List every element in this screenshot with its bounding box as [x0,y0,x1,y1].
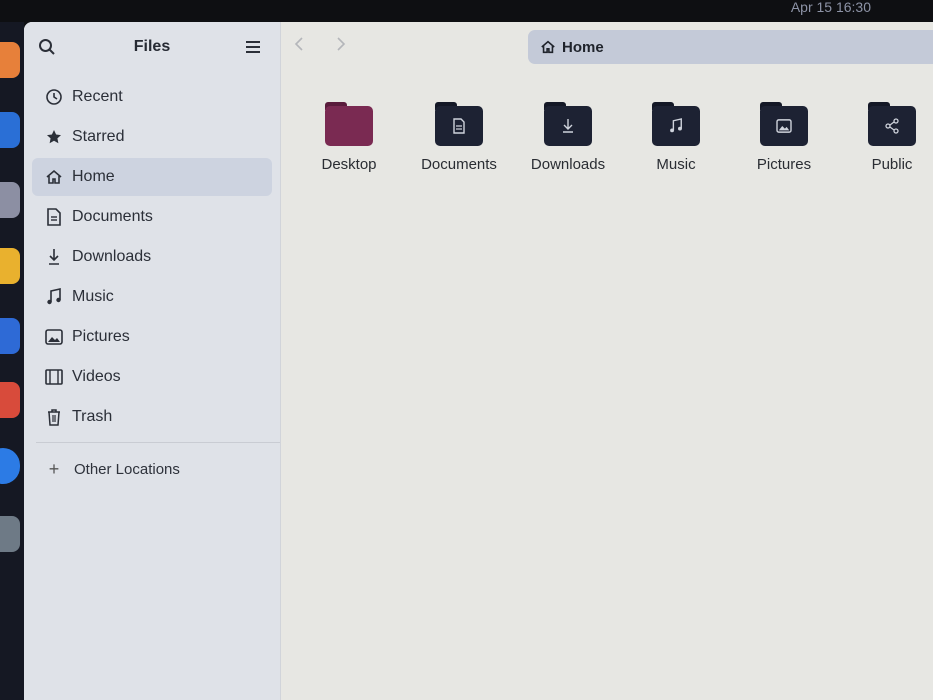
trash-icon [44,407,64,427]
clock-icon [44,87,64,107]
sidebar: Files Recent Starred Home Documents Down… [24,22,281,700]
folder-label: Downloads [530,156,606,173]
folder-label: Desktop [321,156,377,173]
dock-app-writer[interactable] [0,318,20,354]
sidebar-item-label: Pictures [72,328,130,345]
dock-app-files[interactable] [0,182,20,218]
folder-label: Pictures [756,156,812,173]
dock [0,22,24,700]
dock-app-firefox[interactable] [0,42,20,78]
image-icon [44,327,64,347]
folder-documents[interactable]: Documents [414,102,504,173]
places-list: Recent Starred Home Documents Downloads … [32,78,272,438]
download-icon [44,247,64,267]
forward-button[interactable] [336,36,346,57]
sidebar-item-home[interactable]: Home [32,158,272,196]
folder-public[interactable]: Public [847,102,933,173]
back-button[interactable] [294,36,304,57]
home-icon [540,39,556,55]
desktop-folder-icon [325,102,373,146]
files-window: Files Recent Starred Home Documents Down… [24,22,933,700]
sidebar-item-videos[interactable]: Videos [32,358,272,396]
film-icon [44,367,64,387]
folder-downloads[interactable]: Downloads [523,102,613,173]
sidebar-item-trash[interactable]: Trash [32,398,272,436]
document-icon [44,207,64,227]
folder-desktop[interactable]: Desktop [304,102,394,173]
sidebar-item-starred[interactable]: Starred [32,118,272,156]
sidebar-item-recent[interactable]: Recent [32,78,272,116]
sidebar-item-label: Trash [72,408,113,425]
folder-label: Documents [421,156,497,173]
sidebar-divider [36,442,280,443]
chevron-right-icon [337,37,346,51]
dock-app-software[interactable] [0,382,20,418]
plus-icon: + [48,458,60,479]
sidebar-header: Files [24,22,280,72]
dock-app-thunderbird[interactable] [0,112,20,148]
sidebar-item-other-locations[interactable]: + Other Locations [44,454,180,484]
path-bar-label: Home [562,38,604,56]
folder-label: Music [656,156,696,173]
share-folder-icon [868,102,916,146]
sidebar-item-downloads[interactable]: Downloads [32,238,272,276]
sidebar-item-label: Documents [72,208,153,225]
sidebar-item-label: Other Locations [74,460,180,478]
sidebar-item-label: Home [72,168,115,185]
path-bar-home[interactable]: Home [528,30,933,64]
sidebar-item-pictures[interactable]: Pictures [32,318,272,356]
folder-label: Public [871,156,913,173]
download-folder-icon [544,102,592,146]
hamburger-menu-icon [246,41,260,53]
chevron-left-icon [294,37,303,51]
folder-music[interactable]: Music [631,102,721,173]
sidebar-item-documents[interactable]: Documents [32,198,272,236]
pictures-folder-icon [760,102,808,146]
sidebar-item-label: Downloads [72,248,152,265]
sidebar-item-music[interactable]: Music [32,278,272,316]
clock[interactable]: Apr 15 16:30 [791,0,871,16]
music-note-icon [44,287,64,307]
history-navigation [290,34,360,62]
home-icon [44,167,64,187]
folder-pictures[interactable]: Pictures [739,102,829,173]
top-bar: Apr 15 16:30 [0,0,933,22]
sidebar-item-label: Recent [72,88,123,105]
sidebar-item-label: Starred [72,128,125,145]
dock-app-rhythmbox[interactable] [0,248,20,284]
dock-app-trash[interactable] [0,516,20,552]
document-folder-icon [435,102,483,146]
star-icon [44,127,64,147]
sidebar-item-label: Videos [72,368,121,385]
music-folder-icon [652,102,700,146]
dock-app-help[interactable] [0,448,20,484]
sidebar-item-label: Music [72,288,114,305]
main-menu-button[interactable] [242,36,264,58]
